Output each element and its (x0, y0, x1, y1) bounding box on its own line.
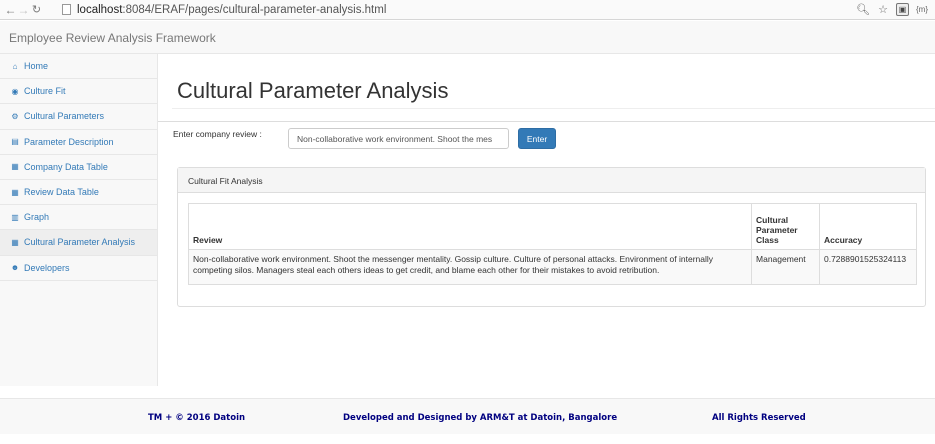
title-divider (172, 108, 935, 109)
company-review-input[interactable] (288, 128, 509, 149)
footer: TM + © 2016 Datoin Developed and Designe… (0, 398, 935, 434)
users-icon: ☻ (10, 263, 20, 273)
header-accuracy: Accuracy (818, 203, 918, 250)
url-path: :8084/ERAF/pages/cultural-parameter-anal… (122, 3, 387, 16)
sidebar-item-label: Company Data Table (24, 161, 108, 172)
sidebar-item-label: Cultural Parameters (24, 111, 105, 122)
zoom-icon[interactable]: 🔍︎ (856, 2, 870, 16)
cell-class: Management (751, 249, 820, 285)
extension-m-icon[interactable]: {m} (915, 2, 929, 16)
extension-icon[interactable]: ▣ (896, 2, 909, 16)
sidebar-item-parameter-description[interactable]: ▤ Parameter Description (0, 130, 157, 155)
header-class: Cultural Parameter Class (751, 203, 820, 250)
address-bar[interactable]: localhost :8084/ERAF/pages/cultural-para… (62, 1, 892, 18)
sidebar-item-review-data-table[interactable]: ▦ Review Data Table (0, 180, 157, 206)
enter-button[interactable]: Enter (518, 128, 556, 149)
cell-accuracy: 0.7288901525324113 (818, 249, 918, 285)
sidebar-item-label: Cultural Parameter Analysis (24, 237, 136, 248)
sidebar-item-label: Home (24, 61, 49, 72)
sidebar: ⌂ Home ◉ Culture Fit ⚙ Cultural Parameters ▤ Pa… (0, 54, 158, 386)
back-icon[interactable]: ← (4, 2, 17, 18)
sidebar-item-label: Developers (24, 262, 70, 273)
sidebar-item-label: Review Data Table (24, 187, 99, 198)
page-icon (62, 4, 71, 15)
browser-toolbar: ← → ↻ localhost :8084/ERAF/pages/cultura… (0, 0, 935, 20)
cultural-fit-panel: Cultural Fit Analysis Review Cultural Pa… (177, 167, 926, 307)
binoculars-icon: ◉ (11, 86, 19, 96)
bar-chart-icon: ▥ (11, 212, 19, 222)
cogs-icon: ⚙ (11, 111, 19, 121)
sidebar-item-label: Culture Fit (24, 86, 66, 97)
sidebar-item-developers[interactable]: ☻ Developers (0, 256, 157, 281)
footer-credits: Developed and Designed by ARM&T at Datoi… (343, 413, 618, 423)
sidebar-item-label: Parameter Description (24, 136, 114, 147)
header-review: Review (187, 203, 753, 250)
table-icon: ▦ (11, 187, 19, 197)
table-header-row: Review Cultural Parameter Class Accuracy (187, 203, 918, 250)
app-navbar: Employee Review Analysis Framework (0, 21, 935, 54)
sidebar-item-label: Graph (24, 212, 50, 223)
sidebar-item-home[interactable]: ⌂ Home (0, 54, 157, 80)
sidebar-item-cultural-parameters[interactable]: ⚙ Cultural Parameters (0, 104, 157, 130)
table-icon: ▦ (11, 162, 19, 172)
url-host: localhost (77, 3, 123, 16)
sidebar-item-company-data-table[interactable]: ▦ Company Data Table (0, 155, 157, 180)
reload-icon[interactable]: ↻ (30, 2, 43, 18)
star-icon[interactable]: ☆ (876, 2, 890, 16)
footer-copyright: TM + © 2016 Datoin (148, 413, 246, 423)
section-divider (158, 121, 935, 122)
page-title: Cultural Parameter Analysis (177, 78, 449, 103)
analysis-table: Review Cultural Parameter Class Accuracy… (187, 203, 918, 285)
review-input-label: Enter company review : (173, 129, 262, 139)
table-icon: ▦ (11, 237, 19, 247)
footer-rights: All Rights Reserved (712, 413, 806, 423)
sidebar-item-culture-fit[interactable]: ◉ Culture Fit (0, 79, 157, 105)
file-icon: ▤ (11, 137, 19, 147)
panel-heading: Cultural Fit Analysis (178, 168, 925, 193)
app-brand[interactable]: Employee Review Analysis Framework (9, 31, 216, 45)
forward-icon[interactable]: → (17, 2, 30, 18)
cell-review: Non-collaborative work environment. Shoo… (187, 249, 753, 285)
sidebar-item-graph[interactable]: ▥ Graph (0, 205, 157, 231)
home-icon: ⌂ (12, 61, 18, 71)
table-row: Non-collaborative work environment. Shoo… (187, 249, 918, 285)
sidebar-item-cultural-parameter-analysis[interactable]: ▦ Cultural Parameter Analysis (0, 230, 157, 256)
